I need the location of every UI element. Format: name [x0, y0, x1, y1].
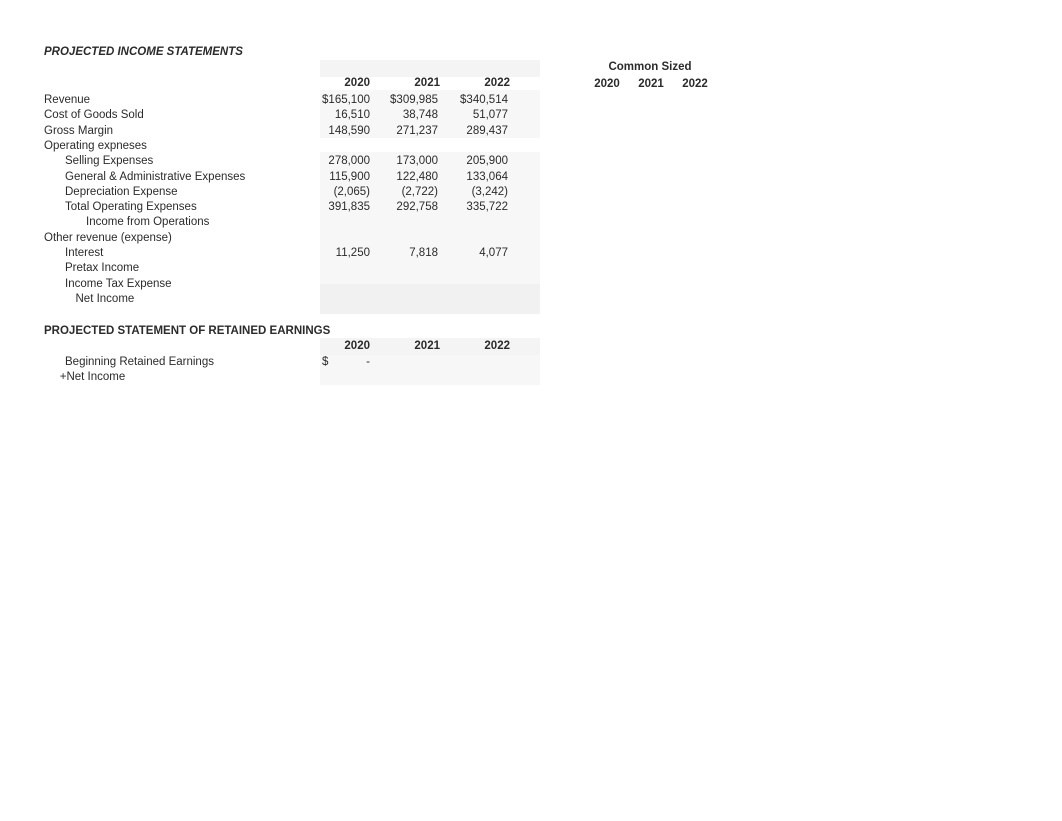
common-sized-title: Common Sized: [608, 61, 692, 73]
re-col-header-2021: 2021: [414, 340, 440, 352]
re-col-header-2022: 2022: [484, 340, 510, 352]
row-label: Cost of Goods Sold: [44, 109, 144, 122]
common-sized-header-2022: 2022: [682, 78, 708, 90]
row-value-2022: (3,242): [471, 185, 508, 198]
row-value-2022: 51,077: [472, 109, 508, 122]
income-col-header-2021: 2021: [414, 77, 440, 89]
row-label: Income from Operations: [86, 216, 210, 229]
row-label: Gross Margin: [44, 124, 114, 137]
row-label: General & Administrative Expenses: [65, 170, 246, 183]
row-value-2020: 278,000: [328, 155, 370, 168]
row-value-2021: 292,758: [396, 201, 438, 214]
row-label: Revenue: [44, 94, 91, 106]
row-value-2021: 309,985: [396, 94, 438, 106]
net-income-shade-band: [320, 284, 540, 314]
row-value-2022: 340,514: [466, 94, 508, 106]
income-col-header-2022: 2022: [484, 77, 510, 89]
row-value-2021: 173,000: [396, 155, 438, 168]
row-value-2020: 165,100: [328, 94, 370, 106]
row-label: Interest: [65, 247, 104, 259]
row-value-2021: 38,748: [402, 109, 438, 122]
row-value-2021: 122,480: [396, 170, 438, 183]
row-value-2022: 133,064: [466, 170, 508, 183]
income-col-header-2020: 2020: [344, 77, 370, 89]
row-label: Depreciation Expense: [65, 185, 178, 198]
retained-earnings-title: PROJECTED STATEMENT OF RETAINED EARNINGS: [44, 325, 331, 337]
header-shade-band: [320, 60, 540, 77]
income-statement-title: PROJECTED INCOME STATEMENTS: [44, 46, 243, 58]
row-value-2021: (2,722): [401, 185, 438, 198]
re-col-header-2020: 2020: [344, 340, 370, 352]
row-value-2022: 4,077: [479, 247, 508, 259]
row-label: Pretax Income: [65, 262, 140, 275]
row-value-2020: 16,510: [334, 109, 370, 122]
row-value-2020: 115,900: [329, 170, 370, 183]
row-value-2020: 11,250: [335, 247, 370, 259]
row-value-2022: 205,900: [466, 155, 508, 168]
row-label: Net Income: [75, 292, 135, 305]
row-label: Total Operating Expenses: [65, 201, 197, 214]
row-value-2022: 335,722: [466, 201, 508, 214]
numeric-shade-band-3: [320, 214, 540, 244]
spreadsheet-canvas: PROJECTED INCOME STATEMENTS 2020 2021 20…: [0, 0, 1062, 821]
row-value-2020: 148,590: [328, 124, 370, 137]
row-value-2021: 7,818: [409, 247, 438, 259]
row-label: Beginning Retained Earnings: [65, 356, 214, 368]
row-label: Income Tax Expense: [65, 277, 172, 290]
row-value-2020: 391,835: [328, 201, 370, 214]
common-sized-header-2021: 2021: [638, 78, 664, 90]
row-value-2020: (2,065): [333, 185, 370, 198]
row-value-2021: 271,237: [396, 124, 438, 137]
row-label: Selling Expenses: [65, 155, 154, 168]
common-sized-header-2020: 2020: [594, 78, 620, 90]
row-label: Other revenue (expense): [44, 231, 172, 244]
row-label: Operating expneses: [44, 139, 147, 152]
row-label: +Net Income: [59, 371, 126, 384]
row-value-2020: -: [366, 356, 370, 368]
row-value-2022: 289,437: [466, 124, 508, 137]
